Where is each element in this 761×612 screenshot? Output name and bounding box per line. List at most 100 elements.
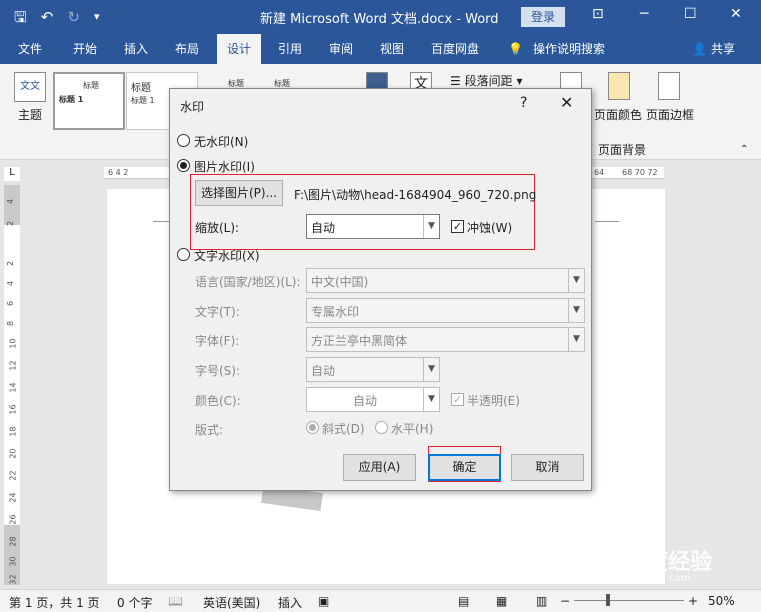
page-color-icon[interactable] xyxy=(608,72,630,100)
chevron-down-icon: ▼ xyxy=(568,269,584,292)
dialog-title: 水印 xyxy=(180,100,205,114)
close-icon[interactable]: ✕ xyxy=(730,6,742,22)
semitransparent-label[interactable]: 半透明(E) xyxy=(467,392,520,409)
web-layout-icon[interactable]: ▥ xyxy=(536,594,547,608)
header-margin-line xyxy=(595,221,619,222)
chevron-down-icon: ▼ xyxy=(568,328,584,351)
size-label: 字号(S): xyxy=(195,364,241,378)
theme-icon[interactable]: 文文 xyxy=(14,72,46,102)
layout-label: 版式: xyxy=(195,423,224,437)
chevron-down-icon: ▼ xyxy=(423,388,439,411)
no-watermark-radio[interactable] xyxy=(177,134,190,147)
style-thumbnail[interactable]: 标题 标题 1 xyxy=(53,72,125,130)
lightbulb-icon: 💡 xyxy=(508,42,523,56)
washout-label[interactable]: 冲蚀(W) xyxy=(467,219,512,236)
chevron-down-icon: ▼ xyxy=(423,358,439,381)
save-icon[interactable]: 🖫 xyxy=(14,8,27,26)
login-button[interactable]: 登录 xyxy=(521,7,565,27)
paragraph-spacing-icon: ☰ xyxy=(450,74,461,88)
tab-review[interactable]: 审阅 xyxy=(329,34,353,64)
redo-icon[interactable]: ↻ xyxy=(67,8,80,26)
page-border-icon[interactable] xyxy=(658,72,680,100)
zoom-level[interactable]: 50% xyxy=(708,594,735,608)
chevron-down-icon: ▾ xyxy=(516,74,523,88)
page-border-button[interactable]: 页面边框 xyxy=(646,106,694,123)
tab-references[interactable]: 引用 xyxy=(278,34,302,64)
no-watermark-label[interactable]: 无水印(N) xyxy=(194,133,248,150)
ribbon-tabs: 文件 开始 插入 布局 设计 引用 审阅 视图 百度网盘 💡 操作说明搜索 👤 … xyxy=(0,34,761,64)
zoom-slider[interactable] xyxy=(574,600,684,601)
language-status[interactable]: 英语(美国) xyxy=(203,594,260,611)
help-icon[interactable]: ? xyxy=(520,95,527,111)
page-color-button[interactable]: 页面颜色 xyxy=(594,106,642,123)
tab-selector-icon[interactable]: L xyxy=(4,167,20,181)
ribbon-display-icon[interactable]: ⊡ xyxy=(592,6,604,22)
horizontal-label[interactable]: 水平(H) xyxy=(391,420,433,437)
tab-home[interactable]: 开始 xyxy=(73,34,97,64)
text-select[interactable]: 专属水印 ▼ xyxy=(306,298,585,323)
collapse-ribbon-icon[interactable]: ⌃ xyxy=(740,144,748,155)
text-watermark-radio[interactable] xyxy=(177,248,190,261)
tab-file[interactable]: 文件 xyxy=(18,34,42,64)
language-label: 语言(国家/地区)(L): xyxy=(195,275,301,289)
tab-baidu-netdisk[interactable]: 百度网盘 xyxy=(431,34,479,64)
zoom-out-button[interactable]: − xyxy=(560,594,570,608)
tab-layout[interactable]: 布局 xyxy=(175,34,199,64)
diagonal-radio[interactable] xyxy=(306,421,319,434)
picture-watermark-label[interactable]: 图片水印(I) xyxy=(194,158,255,175)
vertical-ruler[interactable]: 4 2 2 4 6 8 10 12 14 16 18 20 22 24 26 2… xyxy=(4,185,20,585)
header-margin-line xyxy=(153,221,169,222)
baidu-jingyan-logo: Bai百度经验 xyxy=(585,550,713,575)
macro-icon[interactable]: ▣ xyxy=(318,594,329,608)
minimize-icon[interactable]: ─ xyxy=(640,6,648,22)
scale-select[interactable]: 自动 ▼ xyxy=(306,214,440,239)
tell-me-search[interactable]: 操作说明搜索 xyxy=(533,34,605,64)
insert-mode[interactable]: 插入 xyxy=(278,594,302,611)
tab-design[interactable]: 设计 xyxy=(217,34,262,64)
language-select[interactable]: 中文(中国) ▼ xyxy=(306,268,585,293)
cancel-button[interactable]: 取消 xyxy=(511,454,584,481)
zoom-slider-thumb[interactable] xyxy=(606,594,610,606)
maximize-icon[interactable]: ☐ xyxy=(684,6,697,22)
title-bar: 🖫 ↶ ↻ ▾ 新建 Microsoft Word 文档.docx - Word… xyxy=(0,0,761,34)
customize-icon[interactable]: ▾ xyxy=(94,8,100,26)
picture-path: F:\图片\动物\head-1684904_960_720.png xyxy=(294,188,537,202)
undo-icon[interactable]: ↶ xyxy=(41,8,54,26)
watermark-dialog: 水印 ? ✕ 无水印(N) 图片水印(I) 选择图片(P)... F:\图片\动… xyxy=(169,88,592,491)
page-count[interactable]: 第 1 页，共 1 页 xyxy=(9,594,100,611)
scale-label: 缩放(L): xyxy=(195,221,240,235)
font-select[interactable]: 方正兰亭中黑简体 ▼ xyxy=(306,327,585,352)
ok-button[interactable]: 确定 xyxy=(428,454,501,481)
document-title: 新建 Microsoft Word 文档.docx - Word xyxy=(260,12,499,27)
apply-button[interactable]: 应用(A) xyxy=(343,454,416,481)
text-label: 文字(T): xyxy=(195,305,240,319)
horizontal-radio[interactable] xyxy=(375,421,388,434)
color-select[interactable]: 自动 ▼ xyxy=(306,387,440,412)
chevron-down-icon: ▼ xyxy=(568,299,584,322)
size-select[interactable]: 自动 ▼ xyxy=(306,357,440,382)
zoom-in-button[interactable]: + xyxy=(688,594,698,608)
picture-watermark-radio[interactable] xyxy=(177,159,190,172)
read-mode-icon[interactable]: ▤ xyxy=(458,594,469,608)
tab-view[interactable]: 视图 xyxy=(380,34,404,64)
select-picture-button[interactable]: 选择图片(P)... xyxy=(195,180,283,206)
close-icon[interactable]: ✕ xyxy=(560,93,573,112)
theme-button-label[interactable]: 主题 xyxy=(18,106,42,123)
paragraph-spacing-button[interactable]: ☰ 段落间距 ▾ xyxy=(450,72,522,89)
word-count[interactable]: 0 个字 xyxy=(117,594,152,611)
page-background-group-label: 页面背景 xyxy=(598,143,647,157)
diagonal-label[interactable]: 斜式(D) xyxy=(322,420,365,437)
proofing-icon[interactable]: 📖 xyxy=(168,594,183,608)
quick-access-toolbar: 🖫 ↶ ↻ ▾ xyxy=(14,8,99,26)
status-bar: 第 1 页，共 1 页 0 个字 📖 英语(美国) 插入 ▣ ▤ ▦ ▥ − +… xyxy=(0,589,761,612)
baidu-jingyan-url: jingyan.baidu.com xyxy=(598,573,691,584)
chevron-down-icon: ▼ xyxy=(423,215,439,238)
color-label: 颜色(C): xyxy=(195,394,241,408)
semitransparent-checkbox[interactable]: ✓ xyxy=(451,393,464,406)
font-label: 字体(F): xyxy=(195,334,240,348)
share-button[interactable]: 共享 xyxy=(711,34,735,64)
text-watermark-label[interactable]: 文字水印(X) xyxy=(194,247,260,264)
tab-insert[interactable]: 插入 xyxy=(124,34,148,64)
print-layout-icon[interactable]: ▦ xyxy=(496,594,507,608)
washout-checkbox[interactable]: ✓ xyxy=(451,220,464,233)
